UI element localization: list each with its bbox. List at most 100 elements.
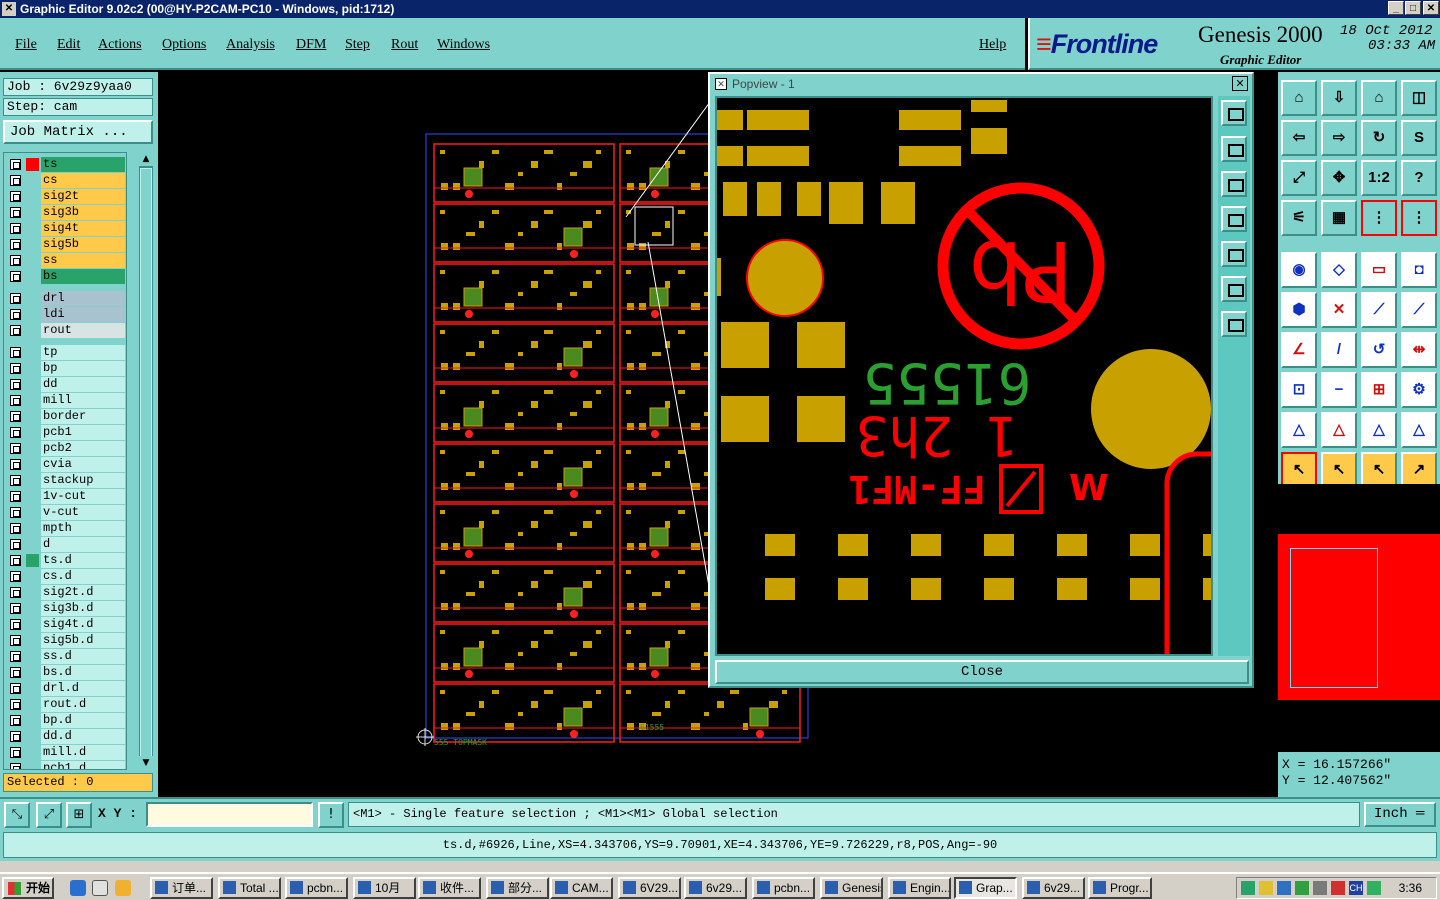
scroll-up-icon[interactable]: ▲ [139,152,153,166]
layer-checkbox[interactable] [10,395,21,406]
layer-row[interactable]: 1v-cut [4,489,126,504]
layer-checkbox[interactable] [10,379,21,390]
layer-checkbox[interactable] [10,223,21,234]
probe-icon[interactable]: ⚟ [1281,200,1317,236]
layer-row[interactable]: sig2t.d [4,585,126,600]
layer-checkbox[interactable] [10,715,21,726]
route-icon[interactable]: ↗ [1401,452,1437,488]
layer-checkbox[interactable] [10,731,21,742]
menu-windows[interactable]: Windows [437,37,490,53]
layer-row[interactable]: stackup [4,473,126,488]
layer-checkbox[interactable] [10,239,21,250]
window-split-icon[interactable]: ◫ [1401,80,1437,116]
unit-select[interactable]: Inch ═ [1364,802,1436,827]
layer-row[interactable]: mill [4,393,126,408]
minus-icon[interactable]: − [1321,372,1357,408]
menu-options[interactable]: Options [162,37,206,53]
triangle-icon[interactable]: △ [1281,412,1317,448]
center-icon[interactable]: ✥ [1321,160,1357,196]
triangle4-icon[interactable]: △ [1401,412,1437,448]
menu-file[interactable]: File [15,37,37,53]
layer-row[interactable]: dd [4,377,126,392]
layer-checkbox[interactable] [10,459,21,470]
layer-row[interactable]: sig2t [4,189,126,204]
menu-edit[interactable]: Edit [57,37,80,53]
taskbar-button[interactable]: 部分... [486,877,549,899]
popview-tool-fit-icon[interactable] [1221,276,1247,302]
layer-checkbox[interactable] [10,603,21,614]
layer-checkbox[interactable] [10,763,21,769]
popview-tool-center-icon[interactable] [1221,311,1247,337]
slash-icon[interactable]: / [1321,332,1357,368]
tray-close-icon[interactable] [1331,881,1345,895]
desktop-icon[interactable] [92,880,108,896]
grid-icon[interactable]: ▦ [1321,200,1357,236]
popview-tool-zoom-icon[interactable] [1221,100,1247,126]
ratio-icon[interactable]: 1:2 [1361,160,1397,196]
menu-rout[interactable]: Rout [391,37,418,53]
layer-checkbox[interactable] [10,293,21,304]
xy-input[interactable] [146,802,313,827]
layer-row[interactable]: border [4,409,126,424]
measure-icon[interactable]: ⤢ [36,802,62,828]
cursor-icon[interactable]: ↖ [1281,452,1317,488]
house-icon[interactable]: ⌂ [1361,80,1397,116]
layer-row[interactable]: bs.d [4,665,126,680]
dim-icon[interactable]: ⊞ [1361,372,1397,408]
layer-checkbox[interactable] [10,747,21,758]
layer-row[interactable]: bs [4,269,126,284]
layer-row[interactable]: sig3b [4,205,126,220]
tray-language-icon[interactable]: CH [1349,881,1363,895]
taskbar-button[interactable]: CAM... [550,877,613,899]
tray-input-icon[interactable] [1367,881,1381,895]
taskbar-button[interactable]: 订单... [150,877,213,899]
layer-checkbox[interactable] [10,475,21,486]
popview-zoom-view[interactable]: Pb 61555 1 2h3 FF-MF1 W [715,96,1213,656]
layer-checkbox[interactable] [10,491,21,502]
layer-row[interactable]: drl.d [4,681,126,696]
select-point-icon[interactable]: ◉ [1281,252,1317,288]
maximize-button[interactable]: □ [1405,1,1421,15]
layer-red-icon[interactable]: ⋮ [1361,200,1397,236]
layer-checkbox[interactable] [10,555,21,566]
taskbar-button[interactable]: Progr... [1088,877,1152,899]
layer-row[interactable]: pcb2 [4,441,126,456]
layer-checkbox[interactable] [10,571,21,582]
layer-checkbox[interactable] [10,363,21,374]
alert-icon[interactable]: ! [318,802,344,828]
layer-row[interactable]: ts [4,157,126,172]
tray-pen-icon[interactable] [1259,881,1273,895]
select-poly-icon[interactable]: ◇ [1321,252,1357,288]
minimize-button[interactable]: _ [1388,1,1404,15]
layer-row[interactable]: mill.d [4,745,126,760]
layer-checkbox[interactable] [10,255,21,266]
layer-checkbox[interactable] [10,667,21,678]
scroll-down-icon[interactable]: ▼ [139,756,153,770]
angle-icon[interactable]: ∠ [1281,332,1317,368]
layer-row[interactable]: pcb1.d [4,761,126,769]
scroll-thumb[interactable] [140,168,152,758]
layer-checkbox[interactable] [10,507,21,518]
triangle3-icon[interactable]: △ [1361,412,1397,448]
layer-row[interactable]: ss.d [4,649,126,664]
layer-checkbox[interactable] [10,443,21,454]
taskbar-button[interactable]: 10月 [353,877,416,899]
layer-row[interactable]: ldi [4,307,126,322]
layer-checkbox[interactable] [10,175,21,186]
layer-row[interactable]: ts.d [4,553,126,568]
layer-row[interactable]: tp [4,345,126,360]
cursor2-icon[interactable]: ↖ [1321,452,1357,488]
close-window-button[interactable]: ✕ [1423,1,1439,15]
menu-step[interactable]: Step [345,37,370,53]
view-down-icon[interactable]: ⇩ [1321,80,1357,116]
mirror-icon[interactable]: ⇹ [1401,332,1437,368]
tray-tool-icon[interactable] [1313,881,1327,895]
menu-actions[interactable]: Actions [98,37,142,53]
layer-row[interactable]: pcb1 [4,425,126,440]
circle-select-icon[interactable]: ◘ [1401,252,1437,288]
view-right-icon[interactable]: ⇨ [1321,120,1357,156]
layer-row[interactable]: sig3b.d [4,601,126,616]
layer-row[interactable]: dd.d [4,729,126,744]
layer-list-scrollbar[interactable]: ▲ ▼ [139,152,153,770]
layer-row[interactable]: ss [4,253,126,268]
